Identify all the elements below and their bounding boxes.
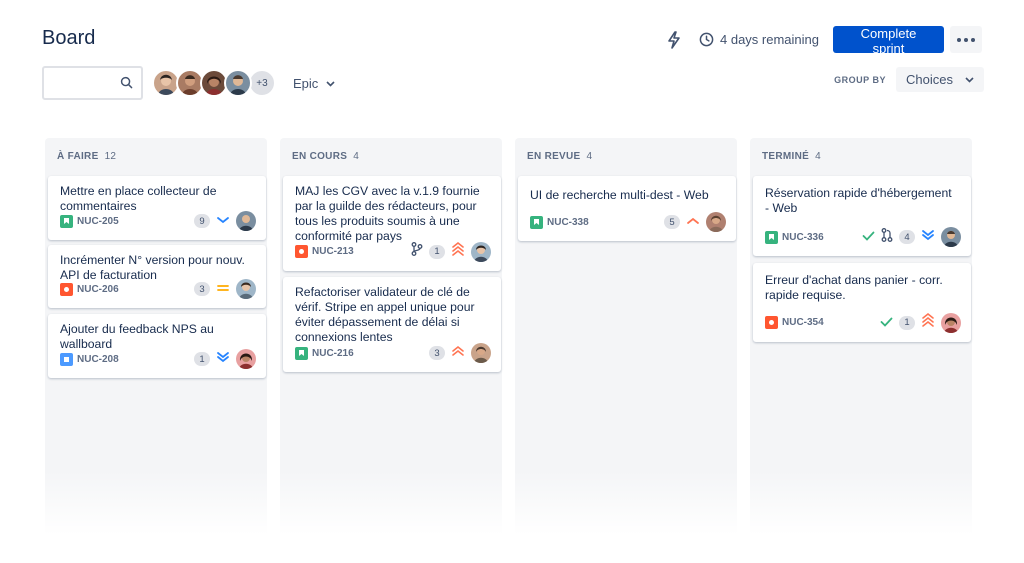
issue-card[interactable]: Réservation rapide d'hébergement - Web N… — [753, 176, 971, 256]
story-icon — [765, 230, 778, 244]
clock-icon — [699, 32, 714, 47]
issue-summary: Réservation rapide d'hébergement - Web — [765, 186, 952, 215]
check-icon — [862, 228, 875, 246]
issue-summary: UI de recherche multi-dest - Web — [530, 188, 709, 202]
story-points: 1 — [429, 244, 445, 259]
issue-summary: Erreur d'achat dans panier - corr. rapid… — [765, 273, 943, 302]
column-count: 4 — [353, 151, 360, 162]
bug-icon — [295, 245, 308, 258]
issue-card[interactable]: Incrémenter N° version pour nouv. API de… — [48, 245, 266, 308]
sprint-remaining: 4 days remaining — [699, 32, 819, 47]
story-icon — [60, 214, 73, 228]
branch-icon — [411, 242, 423, 261]
group-by-label: GROUP BY — [834, 75, 886, 85]
pull-request-icon — [881, 227, 893, 247]
column-count: 4 — [815, 151, 821, 162]
issue-key: NUC-206 — [77, 283, 119, 295]
avatar — [471, 241, 491, 262]
issue-key: NUC-208 — [77, 353, 119, 365]
avatar — [236, 211, 256, 231]
bug-icon — [60, 282, 73, 296]
group-by-select[interactable]: Choices — [896, 67, 984, 92]
avatar — [236, 349, 256, 369]
story-icon — [295, 346, 308, 360]
column-title: TERMINÉ — [762, 151, 810, 162]
priority-lowest-icon — [921, 228, 935, 246]
remaining-text: 4 days remaining — [720, 32, 819, 47]
priority-medium-high-icon — [686, 213, 700, 231]
chevron-down-icon — [965, 76, 974, 83]
epic-label: Epic — [293, 76, 319, 91]
priority-highest-icon — [921, 312, 935, 333]
column-title: EN REVUE — [527, 151, 581, 162]
priority-highest-icon — [451, 241, 465, 262]
column-header: TERMINÉ 4 — [750, 138, 972, 172]
epic-filter[interactable]: Epic — [293, 76, 335, 91]
chevron-down-icon — [326, 80, 335, 87]
issue-key: NUC-354 — [782, 317, 824, 328]
avatar — [471, 343, 491, 363]
check-icon — [880, 314, 893, 332]
story-icon — [530, 215, 543, 229]
issue-card[interactable]: Refactoriser validateur de clé de vérif.… — [283, 277, 501, 372]
issue-card[interactable]: Erreur d'achat dans panier - corr. rapid… — [753, 263, 971, 342]
story-points: 1 — [194, 352, 210, 366]
priority-low-icon — [216, 212, 230, 230]
column-header: EN REVUE 4 — [515, 138, 737, 172]
column-count: 4 — [586, 151, 593, 162]
column-title: À FAIRE — [57, 151, 99, 162]
issue-card[interactable]: Mettre en place collecteur de commentair… — [48, 176, 266, 240]
issue-key: NUC-338 — [547, 216, 589, 228]
story-points: 3 — [429, 346, 445, 360]
bug-icon — [765, 316, 778, 329]
column-title: EN COURS — [292, 151, 348, 162]
issue-summary: Ajouter du feedback NPS au wallboard — [60, 322, 214, 351]
issue-summary: Mettre en place collecteur de commentair… — [60, 184, 217, 213]
search-input[interactable] — [42, 66, 143, 100]
issue-card[interactable]: UI de recherche multi-dest - Web NUC-338… — [518, 176, 736, 241]
issue-key: NUC-216 — [312, 347, 354, 359]
issue-key: NUC-205 — [77, 215, 119, 227]
task-icon — [60, 352, 73, 366]
avatar — [236, 279, 256, 299]
issue-summary: Refactoriser validateur de clé de vérif.… — [295, 285, 475, 344]
column-header: EN COURS 4 — [280, 138, 502, 172]
complete-sprint-button[interactable]: Complete sprint — [833, 26, 944, 56]
issue-key: NUC-213 — [312, 246, 354, 257]
automation-bolt-icon[interactable] — [663, 27, 685, 53]
group-by-value: Choices — [906, 72, 953, 87]
issue-card[interactable]: MAJ les CGV avec la v.1.9 fournie par la… — [283, 176, 501, 271]
more-assignees[interactable]: +3 — [248, 69, 276, 97]
avatar — [941, 227, 961, 247]
story-points: 5 — [664, 215, 680, 229]
avatar — [706, 212, 726, 232]
story-points: 9 — [194, 214, 210, 228]
issue-key: NUC-336 — [782, 231, 824, 243]
story-points: 1 — [899, 315, 915, 330]
header-actions: 4 days remaining Complete sprint — [663, 26, 982, 56]
story-points: 4 — [899, 230, 915, 244]
column-header: À FAIRE 12 — [45, 138, 267, 172]
avatar — [941, 312, 961, 333]
story-points: 3 — [194, 282, 210, 296]
issue-summary: MAJ les CGV avec la v.1.9 fournie par la… — [295, 184, 480, 243]
assignee-filter: +3 — [152, 69, 276, 97]
priority-high-icon — [451, 344, 465, 362]
avatar[interactable] — [224, 69, 252, 97]
issue-card[interactable]: Ajouter du feedback NPS au wallboard NUC… — [48, 314, 266, 378]
column-count: 12 — [104, 151, 117, 162]
more-options-icon[interactable] — [950, 26, 982, 53]
page-title: Board — [42, 27, 96, 49]
priority-medium-icon — [216, 280, 230, 298]
priority-lowest-icon — [216, 350, 230, 368]
search-icon — [120, 76, 133, 94]
